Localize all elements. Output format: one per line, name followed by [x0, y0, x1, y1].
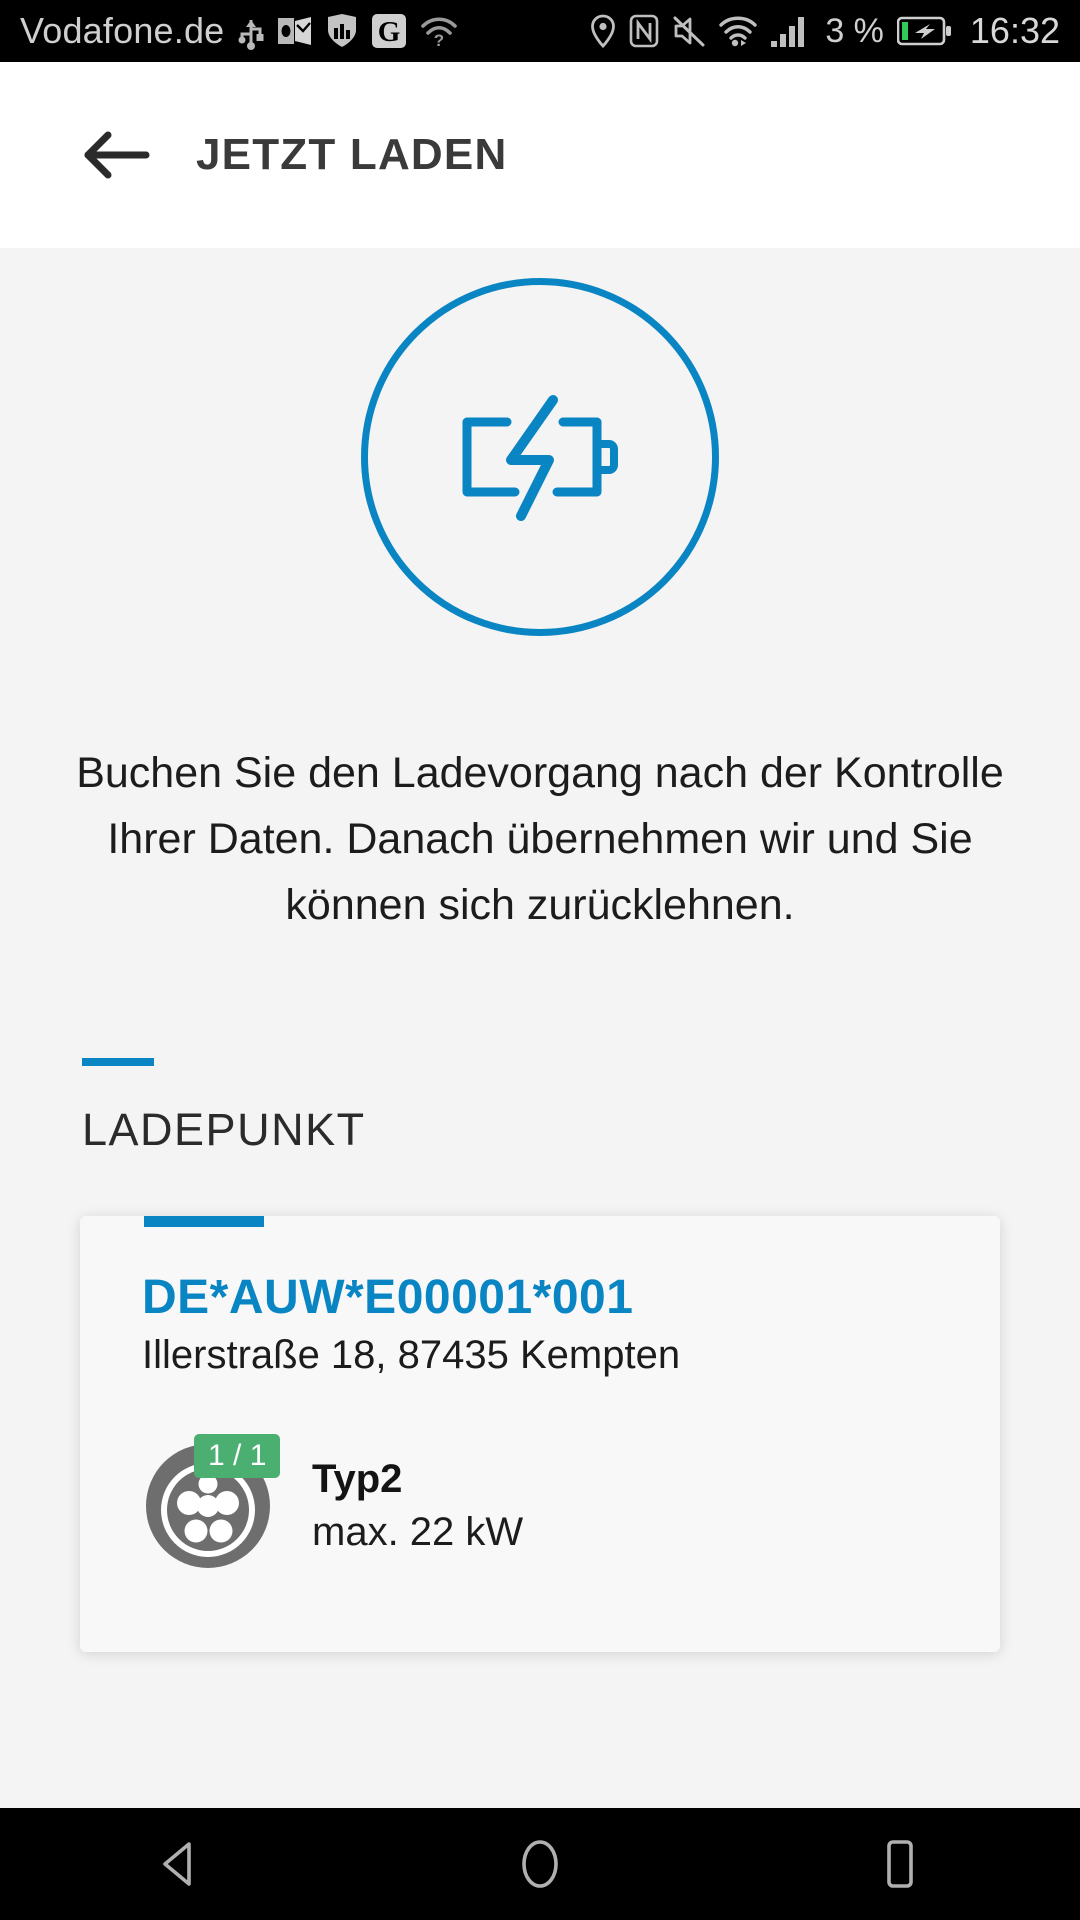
section-ladepunkt: LADEPUNKT [0, 1058, 1080, 1156]
nav-recents-button[interactable] [840, 1808, 960, 1920]
intro-text: Buchen Sie den Ladevorgang nach der Kont… [76, 749, 1004, 929]
battery-charging-status-icon [896, 16, 953, 46]
back-arrow-icon [84, 131, 150, 179]
back-button[interactable] [68, 107, 164, 203]
home-circle-icon [522, 1840, 558, 1888]
status-bar-left: Vodafone.de G ? [20, 10, 458, 52]
status-bar-right: 3 % 16:32 [590, 10, 1060, 52]
charge-point-card-wrapper: DE*AUW*E00001*001 Illerstraße 18, 87435 … [0, 1216, 1080, 1652]
main-content: Buchen Sie den Ladevorgang nach der Kont… [0, 248, 1080, 1808]
connector-availability-badge: 1 / 1 [194, 1434, 281, 1478]
google-icon: G [372, 14, 407, 48]
shield-icon [326, 14, 358, 48]
nfc-icon [629, 14, 659, 48]
status-bar: Vodafone.de G ? 3 % 16:32 [0, 0, 1080, 62]
clock-label: 16:32 [969, 10, 1060, 51]
card-accent-bar [144, 1216, 264, 1227]
usb-icon [238, 12, 264, 50]
charge-point-id: DE*AUW*E00001*001 [142, 1271, 634, 1324]
app-header: JETZT LADEN [0, 62, 1080, 248]
connector-power-label: max. 22 kW [312, 1510, 524, 1554]
section-accent-rule [82, 1058, 154, 1066]
signal-icon [770, 14, 812, 48]
nav-home-button[interactable] [480, 1808, 600, 1920]
phone-screen: Vodafone.de G ? 3 % 16:32 JETZT LADEN Bu… [0, 0, 1080, 1920]
android-nav-bar [0, 1808, 1080, 1920]
connector-type-label: Typ2 [312, 1457, 403, 1501]
location-icon [590, 14, 616, 48]
hero-illustration [0, 248, 1080, 636]
svg-text:?: ? [434, 31, 444, 47]
page-title: JETZT LADEN [196, 130, 508, 179]
battery-charging-icon [462, 395, 618, 521]
mute-icon [672, 15, 706, 47]
hero-circle [361, 278, 719, 636]
charge-point-card[interactable]: DE*AUW*E00001*001 Illerstraße 18, 87435 … [80, 1216, 1000, 1652]
nav-back-button[interactable] [120, 1808, 240, 1920]
recents-square-icon [887, 1840, 913, 1888]
connector-row: 1 / 1 Typ2 max. 22 kW [80, 1378, 1000, 1652]
carrier-label: Vodafone.de [20, 10, 225, 51]
back-triangle-icon [163, 1842, 191, 1886]
connector-details: Typ2 max. 22 kW [312, 1457, 523, 1555]
section-title: LADEPUNKT [82, 1104, 366, 1155]
battery-percent-label: 3 % [825, 11, 884, 50]
svg-text:G: G [378, 16, 401, 48]
wifi-question-icon: ? [420, 15, 458, 47]
charge-point-address: Illerstraße 18, 87435 Kempten [142, 1333, 681, 1377]
wifi-icon [719, 15, 758, 47]
outlook-icon [278, 15, 312, 47]
type2-connector-icon: 1 / 1 [142, 1434, 281, 1572]
